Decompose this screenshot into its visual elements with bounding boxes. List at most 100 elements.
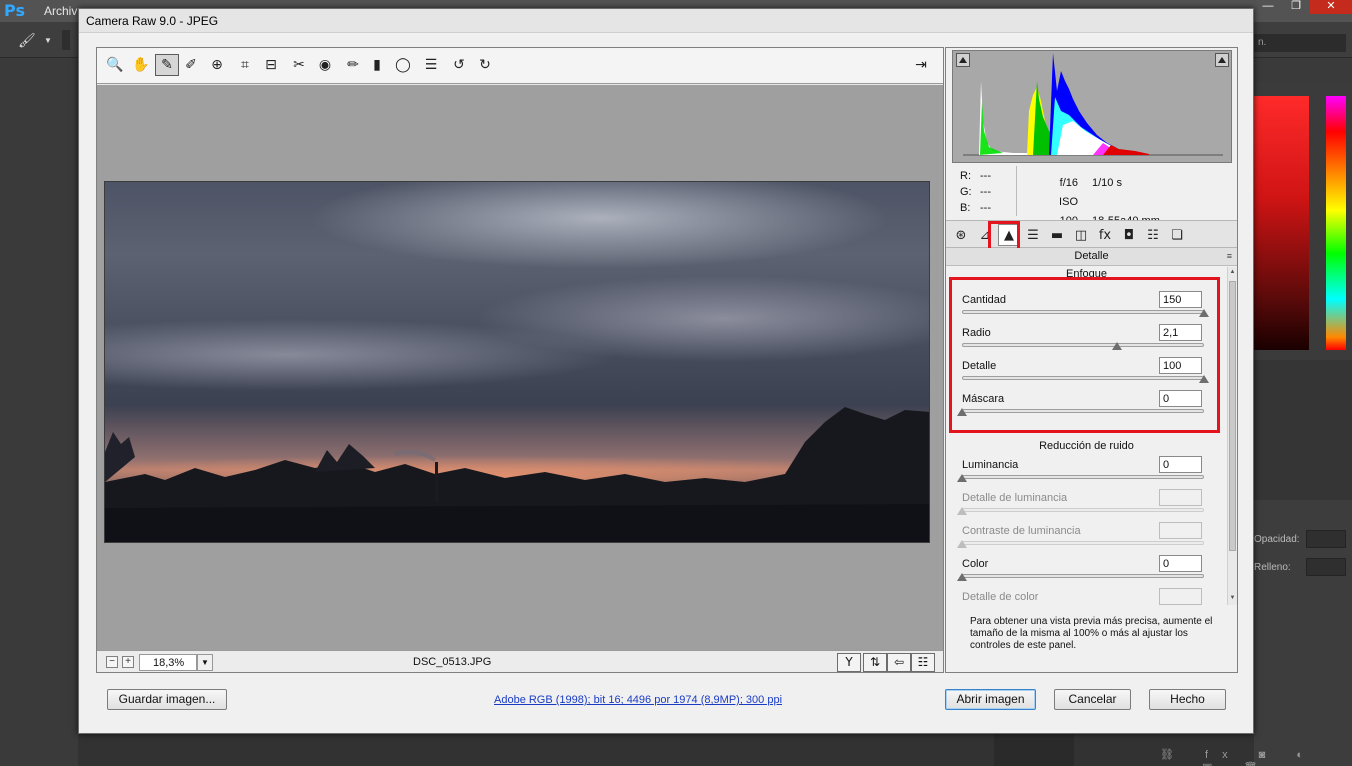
window-controls: — ❐ ✕ [1254,0,1352,14]
panel-scrollbar[interactable]: ▲ ▼ [1227,267,1237,605]
slider-thumb[interactable] [957,474,967,482]
scroll-thumb[interactable] [1229,281,1236,551]
adjustment-brush-icon[interactable]: ✏ [341,54,365,76]
slider-value-field [1159,489,1202,506]
photo-silhouette [105,407,929,542]
zoom-icon[interactable]: 🔍 [103,54,127,76]
slider-detalle-de-luminancia: Detalle de luminancia [957,489,1222,525]
slider-label: Detalle de luminancia [962,492,1068,504]
swap-settings-button[interactable]: ⇅ [863,653,887,672]
preview-area[interactable] [97,85,943,650]
effects-tab-icon[interactable]: fx [1094,224,1116,246]
panel-menu-icon[interactable]: ≡ [1227,248,1232,265]
rotate-left-icon[interactable]: ↺ [447,54,471,76]
straighten-icon[interactable]: ⊟ [259,54,283,76]
slider-value-field[interactable]: 0 [1159,456,1202,473]
shutter-speed: 1/10 s [1092,177,1122,189]
status-strip: − + 18,3% ▼ DSC_0513.JPG Y ⇅ ⇦ ☷ [97,650,943,672]
split-toning-tab-icon[interactable]: ▬ [1046,224,1068,246]
slider-track [962,541,1204,545]
slider-track[interactable] [962,574,1204,578]
hue-slider[interactable] [1326,96,1346,350]
slider-thumb [957,507,967,515]
brush-icon[interactable]: 🖌 [18,32,36,49]
chevron-down-icon[interactable]: ▼ [44,36,52,45]
section-title: Reducción de ruido [1039,440,1134,452]
copy-settings-button[interactable]: ⇦ [887,653,911,672]
b-label: B: [960,202,971,214]
graduated-filter-icon[interactable]: ▮ [365,54,389,76]
zoom-dropdown[interactable]: ▼ [197,654,213,671]
options-field[interactable]: n. [1254,34,1346,52]
dialog-title: Camera Raw 9.0 - JPEG [86,14,219,28]
preview-frame: 🔍 ✋ ✎ ✐ ⊕ ⌗ ⊟ ✂ ◉ ✏ ▮ ◯ ☰ ↺ ↻ ⇥ − + 18,3% ▼ DSC_0513.JP… [96,47,944,673]
photoshop-toolbar [0,58,78,766]
workflow-options-link[interactable]: Adobe RGB (1998); bit 16; 4496 por 1974 … [494,694,782,706]
opacity-label: Opacidad: [1254,534,1300,545]
adjustments-panel [1254,360,1352,500]
slider-luminancia: Luminancia 0 [957,456,1222,492]
basic-tab-icon[interactable]: ⊛ [950,224,972,246]
done-button[interactable]: Hecho [1149,689,1226,710]
slider-label: Detalle de color [962,591,1039,603]
snapshots-tab-icon[interactable]: ❏ [1166,224,1188,246]
photo-preview[interactable] [104,181,930,543]
restore-button[interactable]: ❐ [1282,0,1310,14]
adjustments-frame: R:--- G:--- B:--- f/161/10 s ISO 10018-5… [945,47,1238,673]
menu-archivo[interactable]: Archiv [44,4,77,18]
save-image-button[interactable]: Guardar imagen... [107,689,227,710]
scroll-down-icon[interactable]: ▼ [1228,595,1237,601]
spot-removal-icon[interactable]: ✂ [287,54,311,76]
zoom-level[interactable]: 18,3% [139,654,197,671]
zoom-in-button[interactable]: + [122,656,134,668]
slider-label: Contraste de luminancia [962,525,1081,537]
radial-filter-icon[interactable]: ◯ [391,54,415,76]
layers-footer [994,734,1074,766]
scroll-up-icon[interactable]: ▲ [1228,269,1237,275]
rgb-readout: R: --- G: --- B: --- [960,168,1000,216]
crop-icon[interactable]: ⌗ [233,54,257,76]
slider-contraste-de-luminancia: Contraste de luminancia [957,522,1222,558]
panel-title-text: Detalle [1074,250,1109,262]
slider-value-field [1159,588,1202,605]
color-sampler-icon[interactable]: ✐ [179,54,203,76]
zoom-out-button[interactable]: − [106,656,118,668]
red-eye-icon[interactable]: ◉ [313,54,337,76]
readout-divider [1016,166,1017,216]
fullscreen-icon[interactable]: ⇥ [909,54,933,76]
rotate-right-icon[interactable]: ↻ [473,54,497,76]
histogram-graph [963,53,1223,156]
targeted-adjustment-icon[interactable]: ⊕ [205,54,229,76]
panel-title: Detalle ≡ [946,248,1237,266]
color-picker-field[interactable] [1254,96,1309,350]
camera-calibration-tab-icon[interactable]: ◘ [1118,224,1140,246]
slider-label: Luminancia [962,459,1019,471]
hand-icon[interactable]: ✋ [129,54,153,76]
opacity-field[interactable] [1306,530,1346,548]
camera-raw-dialog: Camera Raw 9.0 - JPEG 🔍 ✋ ✎ ✐ ⊕ ⌗ ⊟ ✂ ◉ ✏ ▮ ◯ ☰ ↺ ↻ ⇥ −… [78,8,1254,734]
before-after-y-button[interactable]: Y [837,653,861,672]
close-button[interactable]: ✕ [1310,0,1352,14]
photoshop-logo: Ps [4,1,25,20]
detail-tab-highlight [988,221,1020,251]
g-label: G: [960,186,972,198]
open-image-button[interactable]: Abrir imagen [945,689,1036,710]
sharpening-highlight [949,277,1220,433]
fill-field[interactable] [1306,558,1346,576]
slider-track[interactable] [962,475,1204,479]
white-balance-icon[interactable]: ✎ [155,54,179,76]
layers-footer-icons[interactable]: ⛓ fx ◙ ◐ ▬ ▣ 🗑 [1160,748,1352,766]
minimize-button[interactable]: — [1254,0,1282,14]
slider-thumb [957,540,967,548]
lens-corrections-tab-icon[interactable]: ◫ [1070,224,1092,246]
slider-thumb[interactable] [957,573,967,581]
preview-preferences-button[interactable]: ☷ [911,653,935,672]
hsl-tab-icon[interactable]: ☰ [1022,224,1044,246]
slider-value-field[interactable]: 0 [1159,555,1202,572]
slider-color: Color 0 [957,555,1222,591]
cancel-button[interactable]: Cancelar [1054,689,1131,710]
preferences-icon[interactable]: ☰ [419,54,443,76]
r-label: R: [960,170,971,182]
layers-panel: Opacidad: Relleno: [1254,500,1352,766]
presets-tab-icon[interactable]: ☷ [1142,224,1164,246]
